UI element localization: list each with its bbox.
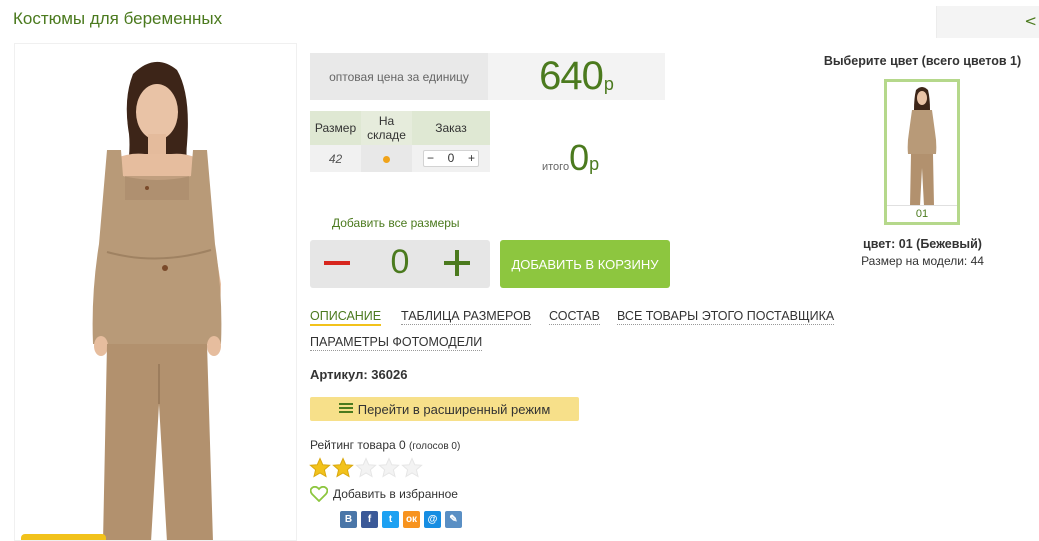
order-cell: − 0 + xyxy=(412,145,490,172)
page-title: Костюмы для беременных xyxy=(13,9,223,28)
extended-mode-button[interactable]: Перейти в расширенный режим xyxy=(310,397,579,421)
prev-nav-button[interactable]: < xyxy=(936,6,1039,38)
all-sizes-stepper: 0 xyxy=(310,240,490,288)
selected-color-name: цвет: 01 (Бежевый) xyxy=(863,237,982,251)
decrement-button[interactable]: − xyxy=(427,151,434,166)
chevron-left-icon[interactable]: < xyxy=(1024,12,1037,30)
header-size: Размер xyxy=(310,111,361,145)
heart-icon[interactable] xyxy=(310,486,328,502)
rating-text: Рейтинг товара 0 xyxy=(310,438,406,452)
vk-icon[interactable]: В xyxy=(340,511,357,528)
star-icon[interactable] xyxy=(332,457,354,479)
photo-badge xyxy=(21,534,106,540)
extended-mode-label[interactable]: Перейти в расширенный режим xyxy=(358,402,551,417)
quantity-value[interactable]: 0 xyxy=(448,151,455,166)
swatch-code[interactable]: 01 xyxy=(887,205,957,222)
stock-indicator xyxy=(361,145,412,172)
increment-button[interactable]: + xyxy=(468,151,475,166)
table-row: 42 − 0 + xyxy=(310,145,490,172)
star-icon[interactable] xyxy=(401,457,423,479)
total-currency: р xyxy=(589,154,600,174)
mailru-icon[interactable]: @ xyxy=(424,511,441,528)
add-to-cart-button[interactable]: ДОБАВИТЬ В КОРЗИНУ xyxy=(500,240,670,288)
article-number: Артикул: 36026 xyxy=(310,367,408,382)
price-currency: р xyxy=(603,74,614,94)
minus-icon[interactable] xyxy=(324,250,350,276)
swatch-thumbnail xyxy=(907,87,937,206)
header-order: Заказ xyxy=(412,111,490,145)
size-table: Размер На складе Заказ 42 − 0 + xyxy=(310,111,490,172)
rating-stars[interactable] xyxy=(309,457,423,479)
list-icon xyxy=(338,403,353,415)
price-number: 640 xyxy=(539,54,604,98)
price-label: оптовая цена за единицу xyxy=(310,53,488,100)
header-in-stock: На складе xyxy=(361,111,412,145)
quantity-stepper[interactable]: − 0 + xyxy=(423,150,479,167)
social-share: Вf t ок @ ✎ xyxy=(340,511,462,528)
plus-icon[interactable] xyxy=(444,248,470,278)
tab-model-parameters[interactable]: ПАРАМЕТРЫ ФОТОМОДЕЛИ xyxy=(310,335,483,351)
add-to-favorites-link[interactable]: Добавить в избранное xyxy=(310,486,458,502)
tab-size-chart[interactable]: ТАБЛИЦА РАЗМЕРОВ xyxy=(401,309,532,325)
twitter-icon[interactable]: t xyxy=(382,511,399,528)
star-icon[interactable] xyxy=(355,457,377,479)
tab-supplier-products[interactable]: ВСЕ ТОВАРЫ ЭТОГО ПОСТАВЩИКА xyxy=(617,309,835,325)
tab-description[interactable]: ОПИСАНИЕ xyxy=(310,309,382,326)
rating-votes: (голосов 0) xyxy=(409,441,461,452)
color-swatch-01[interactable]: 01 xyxy=(884,79,960,225)
rating-label: Рейтинг товара 0 (голосов 0) xyxy=(310,438,460,452)
star-icon[interactable] xyxy=(378,457,400,479)
facebook-icon[interactable]: f xyxy=(361,511,378,528)
order-total: итого0р xyxy=(542,137,599,179)
total-label: итого xyxy=(542,161,570,173)
in-stock-dot-icon xyxy=(383,155,390,163)
add-all-sizes-label: Добавить все размеры xyxy=(332,216,460,230)
size-table-header: Размер На складе Заказ xyxy=(310,111,490,145)
product-photo[interactable] xyxy=(14,43,297,541)
all-sizes-qty[interactable]: 0 xyxy=(380,243,420,282)
livejournal-icon[interactable]: ✎ xyxy=(445,511,462,528)
price-value: 640 р xyxy=(488,53,665,100)
color-picker-title: Выберите цвет (всего цветов 1) xyxy=(823,54,1022,68)
favorites-label[interactable]: Добавить в избранное xyxy=(333,487,458,501)
model-illustration xyxy=(92,61,222,540)
odnoklassniki-icon[interactable]: ок xyxy=(403,511,420,528)
star-icon[interactable] xyxy=(309,457,331,479)
model-size: Размер на модели: 44 xyxy=(861,254,984,268)
size-value: 42 xyxy=(310,145,361,172)
total-value: 0 xyxy=(569,137,590,178)
tab-composition[interactable]: СОСТАВ xyxy=(549,309,600,325)
